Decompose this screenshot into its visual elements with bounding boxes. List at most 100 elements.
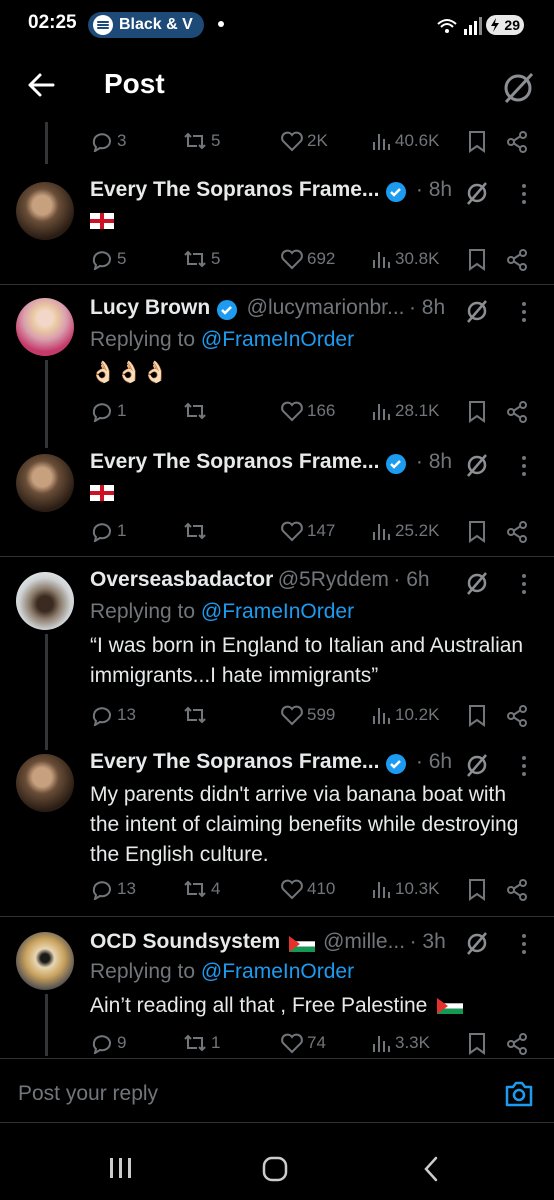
post-3[interactable]: Overseasbadactor @5Ryddem · 6h Replying … <box>0 558 554 738</box>
like-count: 166 <box>307 401 336 420</box>
grok-icon[interactable] <box>464 930 490 956</box>
bookmark-icon[interactable] <box>468 521 486 543</box>
repost-button[interactable] <box>182 400 211 422</box>
bookmark-icon[interactable] <box>468 705 486 727</box>
more-options-icon[interactable] <box>522 756 526 780</box>
reply-button[interactable]: 9 <box>90 1032 126 1054</box>
avatar[interactable] <box>16 454 74 512</box>
like-button[interactable]: 74 <box>280 1032 326 1054</box>
repost-icon <box>184 132 206 150</box>
views-button[interactable]: 3.3K <box>372 1032 430 1054</box>
repost-button[interactable]: 4 <box>182 878 220 900</box>
author-name[interactable]: Every The Sopranos Frame... <box>90 450 379 473</box>
camera-icon[interactable] <box>504 1080 534 1108</box>
parent-actions-row: 3 5 2K 40.6K <box>90 130 534 156</box>
repost-button[interactable]: 5 <box>182 130 220 152</box>
grok-icon[interactable] <box>464 452 490 478</box>
author-handle[interactable]: @mille... <box>323 930 405 953</box>
views-count: 28.1K <box>395 401 440 420</box>
like-button[interactable]: 2K <box>280 130 328 152</box>
views-button[interactable]: 25.2K <box>372 520 439 542</box>
bookmark-icon[interactable] <box>468 249 486 271</box>
avatar[interactable] <box>16 572 74 630</box>
reply-button[interactable]: 1 <box>90 400 126 422</box>
author-handle[interactable]: @lucymarionbr... <box>247 296 405 319</box>
share-icon[interactable] <box>506 521 528 543</box>
divider <box>0 556 554 557</box>
reply-button[interactable]: 1 <box>90 520 126 542</box>
author-name[interactable]: Every The Sopranos Frame... <box>90 178 379 201</box>
like-count: 692 <box>307 249 336 268</box>
charging-icon <box>491 18 499 32</box>
like-button[interactable]: 147 <box>280 520 335 542</box>
reply-button[interactable]: 3 <box>90 130 126 152</box>
bookmark-icon[interactable] <box>468 401 486 423</box>
more-options-icon[interactable] <box>522 184 526 208</box>
like-button[interactable]: 692 <box>280 248 335 270</box>
share-icon[interactable] <box>506 249 528 271</box>
repost-button[interactable] <box>182 704 211 726</box>
author-name[interactable]: Lucy Brown <box>90 296 210 319</box>
bookmark-icon[interactable] <box>468 879 486 901</box>
author-name[interactable]: Every The Sopranos Frame... <box>90 750 379 773</box>
post-4[interactable]: Every The Sopranos Frame... · 6h My pare… <box>0 742 554 914</box>
author-name[interactable]: Overseasbadactor <box>90 568 273 591</box>
like-button[interactable]: 410 <box>280 878 335 900</box>
replying-to-link[interactable]: @FrameInOrder <box>201 960 354 983</box>
grok-icon[interactable] <box>464 570 490 596</box>
views-button[interactable]: 10.3K <box>372 878 439 900</box>
reply-button[interactable]: 5 <box>90 248 126 270</box>
post-0[interactable]: Every The Sopranos Frame... · 8h 5 5 692… <box>0 168 554 284</box>
reply-input[interactable]: Post your reply <box>18 1082 158 1106</box>
like-button[interactable]: 166 <box>280 400 335 422</box>
share-icon[interactable] <box>506 401 528 423</box>
back-nav-icon[interactable] <box>422 1156 440 1182</box>
more-options-icon[interactable] <box>522 302 526 326</box>
post-5[interactable]: OCD Soundsystem @mille... · 3h Replying … <box>0 918 554 1056</box>
share-icon[interactable] <box>506 705 528 727</box>
grok-icon[interactable] <box>464 298 490 324</box>
back-arrow-icon[interactable] <box>26 70 56 100</box>
repost-button[interactable]: 1 <box>182 1032 220 1054</box>
replying-label: Replying to <box>90 960 196 983</box>
views-button[interactable]: 28.1K <box>372 400 439 422</box>
views-icon <box>373 882 390 898</box>
post-2[interactable]: Every The Sopranos Frame... · 8h 1 147 2… <box>0 440 554 556</box>
avatar[interactable] <box>16 754 74 812</box>
flag-england-icon <box>90 212 114 230</box>
repost-button[interactable] <box>182 520 211 542</box>
grok-icon[interactable] <box>464 180 490 206</box>
grok-icon[interactable] <box>500 70 536 106</box>
author-name[interactable]: OCD Soundsystem <box>90 930 280 953</box>
replying-to-link[interactable]: @FrameInOrder <box>201 328 354 351</box>
bookmark-icon[interactable] <box>468 1033 486 1055</box>
home-icon[interactable] <box>262 1156 288 1182</box>
views-button[interactable]: 30.8K <box>372 248 439 270</box>
avatar[interactable] <box>16 932 74 990</box>
battery-indicator: 29 <box>486 15 524 35</box>
more-options-icon[interactable] <box>522 574 526 598</box>
reply-button[interactable]: 13 <box>90 704 136 726</box>
post-time: · 8h <box>408 296 446 319</box>
share-icon[interactable] <box>506 131 528 153</box>
more-options-icon[interactable] <box>522 934 526 958</box>
bookmark-icon[interactable] <box>468 131 486 153</box>
reply-button[interactable]: 13 <box>90 878 136 900</box>
more-options-icon[interactable] <box>522 456 526 480</box>
views-button[interactable]: 40.6K <box>372 130 439 152</box>
avatar[interactable] <box>16 298 74 356</box>
recent-apps-icon[interactable] <box>108 1156 134 1180</box>
divider <box>0 284 554 285</box>
post-1[interactable]: Lucy Brown @lucymarionbr... · 8h Replyin… <box>0 286 554 436</box>
avatar[interactable] <box>16 182 74 240</box>
repost-icon <box>184 522 206 540</box>
now-playing-chip[interactable]: Black & V <box>88 12 204 38</box>
grok-icon[interactable] <box>464 752 490 778</box>
share-icon[interactable] <box>506 879 528 901</box>
author-handle[interactable]: @5Ryddem <box>278 568 389 591</box>
views-button[interactable]: 10.2K <box>372 704 439 726</box>
repost-button[interactable]: 5 <box>182 248 220 270</box>
like-button[interactable]: 599 <box>280 704 335 726</box>
replying-to-link[interactable]: @FrameInOrder <box>201 600 354 623</box>
share-icon[interactable] <box>506 1033 528 1055</box>
